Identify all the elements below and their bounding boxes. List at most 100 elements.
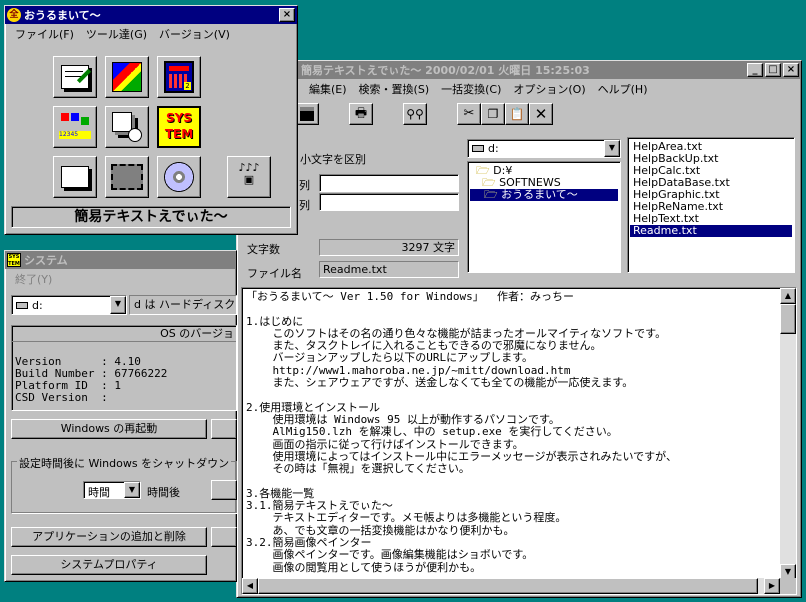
cd-player-launch-button[interactable] (157, 156, 201, 198)
text-editor-area[interactable]: 「おうるまいて～ Ver 1.50 for Windows」 作者：みっちー 1… (241, 287, 797, 595)
backup-clock-icon (112, 112, 142, 142)
os-version-header: OS のバージョ (12, 326, 236, 342)
drive-type-field: d は ハードディスク (129, 295, 237, 315)
filename-label: ファイル名 (247, 267, 302, 280)
launcher-status-bar: 簡易テキストえでぃた～ (11, 206, 291, 228)
minimize-button[interactable]: _ (747, 63, 763, 77)
search-input-2[interactable] (319, 193, 459, 211)
scroll-thumb[interactable] (780, 304, 796, 334)
system-icon: SYS TEM (161, 110, 197, 144)
x-icon: ✕ (534, 105, 548, 123)
restart-windows-button[interactable]: Windows の再起動 (11, 419, 207, 439)
shutdown-group-label: 設定時間後に Windows をシャットダウン (17, 455, 232, 471)
editor-titlebar[interactable]: 簡易テキストえでぃた～ 2000/02/01 火曜日 15:25:03 _ □ … (237, 61, 801, 79)
launcher-title: おうるまいて～ (24, 9, 101, 22)
menu-tools[interactable]: ツール達(G) (80, 26, 153, 42)
menu-exit[interactable]: 終了(Y) (9, 271, 58, 287)
horizontal-scrollbar[interactable]: ◀ ▶ (242, 578, 780, 594)
char-count-value: 3297 文字 (319, 239, 459, 256)
editor-text-line: AlMig150.lzh を解凍し、中の setup.exe を実行してください… (246, 425, 618, 439)
terminal-icon (61, 166, 89, 188)
folder-list[interactable]: 🗁 D:¥ 🗁 SOFTNEWS 🗁 おうるまいて～ (467, 161, 621, 273)
shutdown-set-button[interactable] (211, 480, 237, 500)
editor-text-line: 画像ペインターです。画像編集機能はショボいです。 (246, 548, 534, 562)
os-info-text: Version : 4.10 Build Number : 67766222 P… (15, 355, 168, 404)
chevron-down-icon[interactable]: ▼ (604, 140, 620, 157)
scroll-left-icon[interactable]: ◀ (242, 578, 258, 594)
editor-text[interactable]: 「おうるまいて～ Ver 1.50 for Windows」 作者：みっちー 1… (242, 288, 778, 577)
restart-extra-button[interactable] (211, 419, 237, 439)
file-list[interactable]: HelpArea.txt HelpBackUp.txt HelpCalc.txt… (627, 137, 795, 273)
database-launch-button[interactable]: 12345 (53, 106, 97, 148)
chevron-down-icon[interactable]: ▼ (110, 296, 126, 314)
launcher-titlebar[interactable]: 全 おうるまいて～ × (5, 6, 297, 24)
audio-launch-button[interactable]: ♪♪♪ ▣ (227, 156, 271, 198)
maximize-button[interactable]: □ (765, 63, 781, 77)
folder-item-current[interactable]: 🗁 おうるまいて～ (470, 189, 618, 201)
copy-button[interactable]: ❐ (481, 103, 505, 125)
os-info-panel: OS のバージョ Version : 4.10 Build Number : 6… (11, 325, 237, 411)
paste-button[interactable]: 📋 (505, 103, 529, 125)
search-input-1[interactable] (319, 174, 459, 192)
paint-brush-icon (112, 62, 142, 92)
music-note-icon: ♪♪♪ ▣ (238, 161, 260, 186)
menu-help[interactable]: ヘルプ(H) (592, 81, 654, 97)
delete-button[interactable]: ✕ (529, 103, 553, 125)
folder-open-icon: 🗁 (484, 188, 498, 201)
backup-launch-button[interactable] (105, 106, 149, 148)
print-button[interactable]: 🖶 (349, 103, 373, 125)
cut-button[interactable]: ✂ (457, 103, 481, 125)
system-launch-button[interactable]: SYS TEM (157, 106, 201, 148)
scroll-right-icon[interactable]: ▶ (764, 578, 780, 594)
time-unit-select[interactable]: 時間 ▼ (83, 481, 141, 499)
editor-text-line: その時は「無視」を選択してください。 (246, 462, 470, 476)
case-sensitive-label: ・小文字を区別 (289, 153, 366, 166)
menu-batch-convert[interactable]: 一括変換(C) (435, 81, 507, 97)
calculator-icon: 2 (164, 61, 194, 93)
editor-text-line: テキストエディターです。メモ帳よりは多機能という程度。 (246, 511, 567, 525)
find-button[interactable]: ⚲⚲ (403, 103, 427, 125)
video-launch-button[interactable] (105, 156, 149, 198)
editor-text-line: バージョンアップしたら以下のURLにアップします。 (246, 351, 534, 365)
editor-text-line (246, 475, 774, 487)
paste-icon: 📋 (509, 107, 525, 121)
file-item-selected[interactable]: Readme.txt (630, 225, 792, 237)
editor-title: 簡易テキストえでぃた～ 2000/02/01 火曜日 15:25:03 (301, 64, 590, 77)
menu-search-replace[interactable]: 検索・置換(S) (353, 81, 436, 97)
menu-options[interactable]: オプション(O) (507, 81, 591, 97)
editor-text-line: 画像の閲覧用として使うほうが便利かも。 (246, 560, 482, 574)
calculator-launch-button[interactable]: 2 (157, 56, 201, 98)
system-titlebar[interactable]: SYS TEM システム (5, 251, 236, 269)
drive-icon (472, 145, 484, 152)
vertical-scrollbar[interactable]: ▲ ▼ (780, 288, 796, 580)
terminal-launch-button[interactable] (53, 156, 97, 198)
binoculars-icon: ⚲⚲ (406, 107, 424, 121)
filename-value: Readme.txt (319, 261, 459, 278)
drive-select[interactable]: d: ▼ (467, 139, 621, 158)
chevron-down-icon[interactable]: ▼ (124, 482, 140, 498)
cd-icon (164, 162, 194, 192)
close-button[interactable]: × (279, 8, 295, 22)
menu-file[interactable]: ファイル(F) (9, 26, 80, 42)
add-remove-extra-button[interactable] (211, 527, 237, 547)
save-button[interactable] (295, 103, 319, 125)
scroll-up-icon[interactable]: ▲ (780, 288, 796, 304)
database-icon: 12345 (59, 113, 91, 141)
menu-edit[interactable]: 編集(E) (303, 81, 353, 97)
close-button[interactable]: × (783, 63, 799, 77)
editor-text-line: また、シェアウェアですが、送金しなくても全ての機能が一応使えます。 (246, 376, 634, 390)
drive-value: d: (488, 142, 499, 155)
paint-launch-button[interactable] (105, 56, 149, 98)
scroll-h-thumb[interactable] (258, 578, 758, 594)
menu-version[interactable]: バージョン(V) (153, 26, 236, 42)
char-count-label: 文字数 (247, 243, 280, 256)
text-editor-launch-button[interactable] (53, 56, 97, 98)
system-properties-button[interactable]: システムプロパティ (11, 555, 207, 575)
app-logo-icon: 全 (7, 8, 21, 22)
text-editor-window: 簡易テキストえでぃた～ 2000/02/01 火曜日 15:25:03 _ □ … (236, 60, 802, 598)
drive-icon (16, 302, 28, 309)
film-icon (111, 164, 143, 190)
add-remove-apps-button[interactable]: アプリケーションの追加と削除 (11, 527, 207, 547)
editor-text-line (246, 303, 774, 315)
system-drive-select[interactable]: d: ▼ (11, 295, 127, 315)
